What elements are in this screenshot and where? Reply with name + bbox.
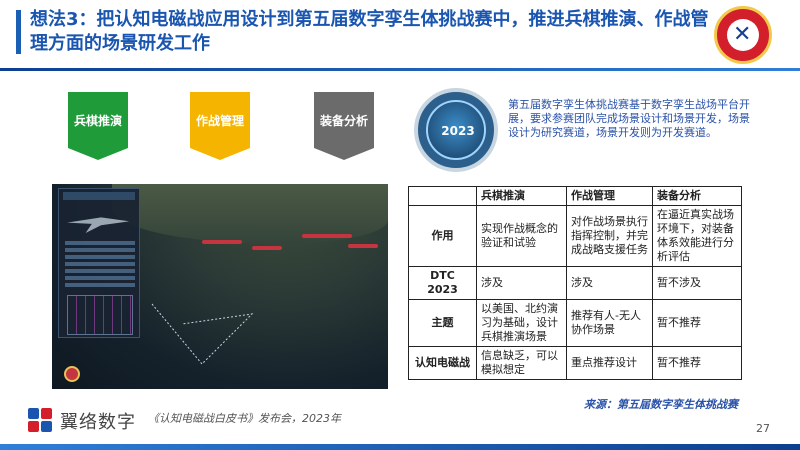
table-cell: 在逼近真实战场环境下，对装备体系效能进行分析评估 [652,205,742,267]
table-cell: 暂不推荐 [652,346,742,380]
table-row: 认知电磁战 信息缺乏，可以模拟想定 重点推荐设计 暂不推荐 [408,346,742,380]
emblem-globe: 2023 [426,100,486,160]
panel-rows [65,241,135,290]
table-cell: 涉及 [476,266,567,300]
row-header: DTC 2023 [408,266,477,300]
table-cell [408,186,477,206]
row-header: 作用 [408,205,477,267]
tag-arrow-icon [190,148,250,160]
footer-divider [0,444,800,450]
emblem-year: 2023 [441,124,475,138]
logo-center: ✕ [727,19,759,51]
row-header: 认知电磁战 [408,346,477,380]
table-row: 作用 实现作战概念的验证和试验 对作战场景执行指挥控制，并完成战略支援任务 在逼… [408,205,742,267]
table-cell: 暂不推荐 [652,299,742,347]
brand-mark-icon [28,408,54,434]
table-cell: 以美国、北约演习为基础，设计兵棋推演场景 [476,299,567,347]
compass-icon [64,366,80,382]
trajectory-plot [67,295,133,335]
brand-name: 翼络数字 [60,412,136,433]
coast-marker [202,240,242,244]
page-title: 想法3：把认知电磁战应用设计到第五届数字孪生体挑战赛中，推进兵棋推演、作战管理方… [30,9,709,54]
tag-label: 作战管理 [190,92,250,148]
header-divider [0,68,800,71]
brand-logo: 翼络数字 [28,406,136,436]
tag-wargame: 兵棋推演 [68,92,128,160]
table-cell: 信息缺乏，可以模拟想定 [476,346,567,380]
tag-arrow-icon [314,148,374,160]
title-accent-bar [16,10,21,54]
table-cell: 实现作战概念的验证和试验 [476,205,567,267]
jet-icon [67,217,129,233]
table-cell: 对作战场景执行指挥控制，并完成战略支援任务 [566,205,653,267]
cross-icon: ✕ [733,22,752,47]
table-header: 兵棋推演 [476,186,567,206]
panel-header [63,192,135,200]
source-note: 来源：第五届数字孪生体挑战赛 [584,398,738,411]
coast-marker [302,234,352,238]
table-header: 装备分析 [652,186,742,206]
tag-arrow-icon [68,148,128,160]
tag-label: 装备分析 [314,92,374,148]
table-cell: 涉及 [566,266,653,300]
org-logo: ✕ [714,6,772,64]
row-header: 主题 [408,299,477,347]
table-header: 作战管理 [566,186,653,206]
table-row: 主题 以美国、北约演习为基础，设计兵棋推演场景 推荐有人-无人协作场景 暂不推荐 [408,299,742,347]
challenge-emblem: 2023 [414,88,498,172]
page-number: 27 [756,422,770,435]
tag-equipment-analysis: 装备分析 [314,92,374,160]
simulation-screenshot [52,184,388,389]
comparison-table: 兵棋推演 作战管理 装备分析 作用 实现作战概念的验证和试验 对作战场景执行指挥… [408,186,742,380]
table-cell: 推荐有人-无人协作场景 [566,299,653,347]
table-header-row: 兵棋推演 作战管理 装备分析 [408,186,742,206]
tag-label: 兵棋推演 [68,92,128,148]
header: 想法3：把认知电磁战应用设计到第五届数字孪生体挑战赛中，推进兵棋推演、作战管理方… [0,0,800,64]
table-row: DTC 2023 涉及 涉及 暂不涉及 [408,266,742,300]
footer-note: 《认知电磁战白皮书》发布会，2023年 [148,412,341,425]
aircraft-info-panel [58,188,140,338]
challenge-description: 第五届数字孪生体挑战赛基于数字孪生战场平台开展，要求参赛团队完成场景设计和场景开… [508,98,750,139]
table-cell: 暂不涉及 [652,266,742,300]
coast-marker [348,244,378,248]
table-cell: 重点推荐设计 [566,346,653,380]
coast-marker [252,246,282,250]
route-lines [151,303,254,365]
tag-operations-management: 作战管理 [190,92,250,160]
